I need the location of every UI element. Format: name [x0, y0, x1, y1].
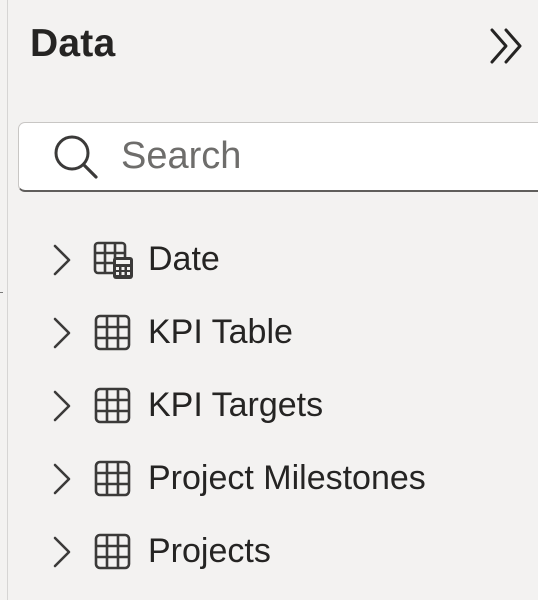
- table-item-label: Projects: [148, 532, 271, 570]
- data-pane: Data Search Date KPI Table KPI Targets P…: [0, 0, 538, 600]
- table-item-project-milestones[interactable]: Project Milestones: [0, 442, 538, 515]
- chevron-right-icon[interactable]: [50, 388, 74, 424]
- table-item-projects[interactable]: Projects: [0, 515, 538, 588]
- double-chevron-right-icon: [490, 28, 522, 64]
- search-box[interactable]: [18, 122, 538, 192]
- search-icon: [54, 135, 98, 179]
- table-item-kpi-targets[interactable]: KPI Targets: [0, 369, 538, 442]
- search-input[interactable]: [121, 135, 501, 178]
- table-item-kpi-table[interactable]: KPI Table: [0, 296, 538, 369]
- table-icon: [94, 533, 131, 569]
- table-item-label: KPI Table: [148, 313, 293, 351]
- pane-header: Data: [30, 14, 538, 74]
- table-item-label: Date: [148, 240, 220, 278]
- table-icon: [94, 387, 131, 423]
- chevron-right-icon[interactable]: [50, 315, 74, 351]
- collapse-pane-button[interactable]: [486, 24, 530, 68]
- table-icon: [94, 314, 131, 350]
- date-table-icon: [93, 241, 133, 279]
- table-item-label: Project Milestones: [148, 459, 426, 497]
- table-icon: [94, 460, 131, 496]
- chevron-right-icon[interactable]: [50, 461, 74, 497]
- table-item-label: KPI Targets: [148, 386, 324, 424]
- fields-tree: Date KPI Table KPI Targets Project Miles…: [0, 223, 538, 588]
- chevron-right-icon[interactable]: [50, 534, 74, 570]
- chevron-right-icon[interactable]: [50, 242, 74, 278]
- pane-title: Data: [30, 22, 116, 65]
- table-item-date[interactable]: Date: [0, 223, 538, 296]
